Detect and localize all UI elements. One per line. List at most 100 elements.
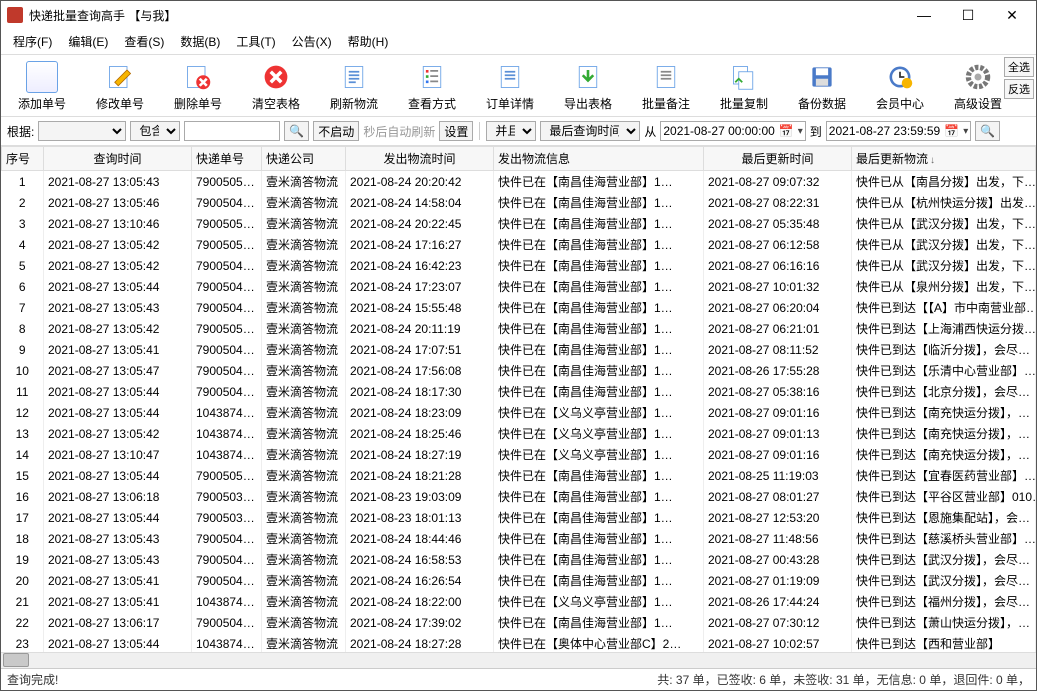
- col-send-time[interactable]: 发出物流时间: [346, 147, 494, 171]
- table-row[interactable]: 12021-08-27 13:05:437900505…壹米滴答物流2021-0…: [2, 171, 1036, 193]
- maximize-button[interactable]: ☐: [946, 2, 990, 28]
- table-row[interactable]: 142021-08-27 13:10:471043874…壹米滴答物流2021-…: [2, 444, 1036, 465]
- menu-tools[interactable]: 工具(T): [232, 31, 279, 52]
- menu-notice[interactable]: 公告(X): [288, 31, 336, 52]
- logic-select[interactable]: 并且: [486, 121, 536, 141]
- note-icon: [650, 61, 682, 93]
- cell-idx: 1: [2, 171, 44, 193]
- cell-company: 壹米滴答物流: [262, 591, 346, 612]
- refresh-button[interactable]: 刷新物流: [315, 59, 393, 114]
- col-idx[interactable]: 序号: [2, 147, 44, 171]
- cell-idx: 11: [2, 381, 44, 402]
- cell-company: 壹米滴答物流: [262, 423, 346, 444]
- cell-tracking: 7900505…: [192, 171, 262, 193]
- cell-uinfo: 快件已从【武汉分拨】出发，下…: [852, 213, 1036, 234]
- filter-search-button[interactable]: 🔍: [975, 121, 1000, 141]
- timefield-select[interactable]: 最后查询时间: [540, 121, 640, 141]
- cell-uinfo: 快件已从【武汉分拨】出发，下…: [852, 234, 1036, 255]
- window-title: 快递批量查询高手 【与我】: [29, 7, 902, 24]
- cell-tracking: 7900504…: [192, 570, 262, 591]
- cell-tracking: 7900504…: [192, 297, 262, 318]
- col-send-info[interactable]: 发出物流信息: [494, 147, 704, 171]
- table-row[interactable]: 162021-08-27 13:06:187900503…壹米滴答物流2021-…: [2, 486, 1036, 507]
- cell-tracking: 1043874…: [192, 423, 262, 444]
- table-row[interactable]: 202021-08-27 13:05:417900504…壹米滴答物流2021-…: [2, 570, 1036, 591]
- cell-idx: 19: [2, 549, 44, 570]
- modify-button[interactable]: 修改单号: [81, 59, 159, 114]
- cell-utime: 2021-08-27 07:30:12: [704, 612, 852, 633]
- table-row[interactable]: 52021-08-27 13:05:427900504…壹米滴答物流2021-0…: [2, 255, 1036, 276]
- table-row[interactable]: 122021-08-27 13:05:441043874…壹米滴答物流2021-…: [2, 402, 1036, 423]
- cell-uinfo: 快件已到达【南充快运分拨】，…: [852, 402, 1036, 423]
- horizontal-scrollbar[interactable]: [1, 652, 1036, 668]
- cell-stime: 2021-08-24 20:22:45: [346, 213, 494, 234]
- cell-idx: 9: [2, 339, 44, 360]
- edit-icon: [104, 61, 136, 93]
- cell-uinfo: 快件已到达【平谷区营业部】010…: [852, 486, 1036, 507]
- end-datetime[interactable]: 2021-08-27 23:59:59📅▾: [826, 121, 971, 141]
- cell-qtime: 2021-08-27 13:05:41: [44, 591, 192, 612]
- delete-button[interactable]: 删除单号: [159, 59, 237, 114]
- minimize-button[interactable]: —: [902, 2, 946, 28]
- cell-uinfo: 快件已到达【【A】市中南营业部…: [852, 297, 1036, 318]
- match-select[interactable]: 包含: [130, 121, 180, 141]
- close-button[interactable]: ✕: [990, 2, 1034, 28]
- settings-button[interactable]: 设置: [439, 121, 473, 141]
- col-query-time[interactable]: 查询时间: [44, 147, 192, 171]
- root-field-select[interactable]: [38, 121, 126, 141]
- cell-company: 壹米滴答物流: [262, 192, 346, 213]
- menu-edit[interactable]: 编辑(E): [64, 31, 112, 52]
- table-row[interactable]: 192021-08-27 13:05:437900504…壹米滴答物流2021-…: [2, 549, 1036, 570]
- startup-toggle[interactable]: 不启动: [313, 121, 359, 141]
- table-row[interactable]: 42021-08-27 13:05:427900505…壹米滴答物流2021-0…: [2, 234, 1036, 255]
- menu-program[interactable]: 程序(F): [9, 31, 56, 52]
- cell-company: 壹米滴答物流: [262, 234, 346, 255]
- table-row[interactable]: 232021-08-27 13:05:441043874…壹米滴答物流2021-…: [2, 633, 1036, 652]
- col-update-time[interactable]: 最后更新时间: [704, 147, 852, 171]
- table-row[interactable]: 82021-08-27 13:05:427900505…壹米滴答物流2021-0…: [2, 318, 1036, 339]
- col-company[interactable]: 快递公司: [262, 147, 346, 171]
- cell-utime: 2021-08-25 11:19:03: [704, 465, 852, 486]
- table-row[interactable]: 132021-08-27 13:05:421043874…壹米滴答物流2021-…: [2, 423, 1036, 444]
- table-row[interactable]: 102021-08-27 13:05:477900504…壹米滴答物流2021-…: [2, 360, 1036, 381]
- member-button[interactable]: 会员中心: [861, 59, 939, 114]
- search-button[interactable]: 🔍: [284, 121, 309, 141]
- col-update-info[interactable]: 最后更新物流: [852, 147, 1036, 171]
- table-row[interactable]: 222021-08-27 13:06:177900504…壹米滴答物流2021-…: [2, 612, 1036, 633]
- invert-button[interactable]: 反选: [1004, 79, 1034, 99]
- batchcopy-button[interactable]: 批量复制: [705, 59, 783, 114]
- clear-button[interactable]: 清空表格: [237, 59, 315, 114]
- table-row[interactable]: 112021-08-27 13:05:447900504…壹米滴答物流2021-…: [2, 381, 1036, 402]
- cell-qtime: 2021-08-27 13:05:44: [44, 465, 192, 486]
- table-row[interactable]: 182021-08-27 13:05:437900504…壹米滴答物流2021-…: [2, 528, 1036, 549]
- detail-button[interactable]: 订单详情: [471, 59, 549, 114]
- start-datetime[interactable]: 2021-08-27 00:00:00📅▾: [660, 121, 805, 141]
- col-tracking-no[interactable]: 快递单号: [192, 147, 262, 171]
- table-row[interactable]: 32021-08-27 13:10:467900505…壹米滴答物流2021-0…: [2, 213, 1036, 234]
- titlebar: 快递批量查询高手 【与我】 — ☐ ✕: [1, 1, 1036, 29]
- add-button[interactable]: 添加单号: [3, 59, 81, 114]
- table-row[interactable]: 152021-08-27 13:05:447900505…壹米滴答物流2021-…: [2, 465, 1036, 486]
- batchnote-button[interactable]: 批量备注: [627, 59, 705, 114]
- menu-view[interactable]: 查看(S): [120, 31, 168, 52]
- table-row[interactable]: 212021-08-27 13:05:411043874…壹米滴答物流2021-…: [2, 591, 1036, 612]
- table-row[interactable]: 62021-08-27 13:05:447900504…壹米滴答物流2021-0…: [2, 276, 1036, 297]
- table-row[interactable]: 72021-08-27 13:05:437900504…壹米滴答物流2021-0…: [2, 297, 1036, 318]
- export-button[interactable]: 导出表格: [549, 59, 627, 114]
- selectall-button[interactable]: 全选: [1004, 57, 1034, 77]
- backup-button[interactable]: 备份数据: [783, 59, 861, 114]
- root-label: 根据:: [7, 123, 34, 140]
- list-icon: [416, 61, 448, 93]
- table-row[interactable]: 172021-08-27 13:05:447900503…壹米滴答物流2021-…: [2, 507, 1036, 528]
- cell-company: 壹米滴答物流: [262, 549, 346, 570]
- cell-stime: 2021-08-24 18:17:30: [346, 381, 494, 402]
- menu-data[interactable]: 数据(B): [176, 31, 224, 52]
- menu-help[interactable]: 帮助(H): [344, 31, 393, 52]
- cell-stime: 2021-08-24 15:55:48: [346, 297, 494, 318]
- cell-utime: 2021-08-27 12:53:20: [704, 507, 852, 528]
- search-input[interactable]: [184, 121, 280, 141]
- status-left: 查询完成!: [7, 671, 657, 688]
- table-row[interactable]: 22021-08-27 13:05:467900504…壹米滴答物流2021-0…: [2, 192, 1036, 213]
- viewmode-button[interactable]: 查看方式: [393, 59, 471, 114]
- table-row[interactable]: 92021-08-27 13:05:417900504…壹米滴答物流2021-0…: [2, 339, 1036, 360]
